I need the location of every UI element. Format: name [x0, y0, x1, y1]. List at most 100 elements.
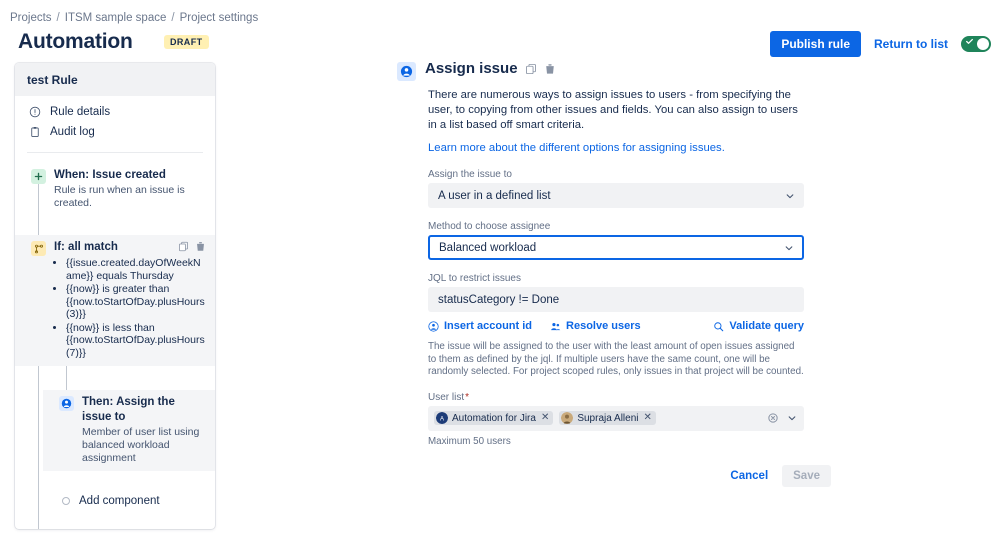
form-footer: Cancel Save [428, 465, 831, 487]
sidebar-item-rule-details[interactable]: Rule details [15, 102, 215, 122]
method-value: Balanced workload [439, 242, 536, 254]
breadcrumb: Projects / ITSM sample space / Project s… [10, 12, 258, 24]
top-actions: Publish rule Return to list [770, 31, 991, 57]
chevron-down-icon [785, 191, 795, 201]
rule-tree: When: Issue created Rule is run when an … [15, 153, 215, 529]
page-title: Assign issue [425, 60, 518, 77]
insert-account-id-label: Insert account id [444, 320, 532, 332]
cancel-button[interactable]: Cancel [722, 465, 776, 487]
action-header: Assign issue [397, 60, 817, 81]
breadcrumb-separator: / [171, 12, 174, 24]
add-nested-component-button[interactable]: Add component [62, 495, 215, 507]
rule-node-when[interactable]: When: Issue created Rule is run when an … [15, 163, 215, 216]
avatar [561, 412, 573, 424]
user-list-label: User list* [428, 392, 817, 403]
branch-icon [34, 244, 44, 254]
photo-avatar-icon [561, 412, 573, 424]
copy-icon[interactable] [525, 63, 537, 75]
page-title: Automation [18, 30, 133, 54]
trash-icon[interactable] [544, 63, 556, 75]
add-node-dot-icon [62, 497, 70, 505]
info-circle-icon [29, 106, 41, 118]
check-icon [966, 38, 973, 45]
remove-tag-icon[interactable]: ✕ [540, 413, 549, 423]
method-select[interactable]: Balanced workload [428, 235, 804, 260]
rule-node-if[interactable]: If: all match {{issue.created.dayOfWeekN… [15, 235, 215, 366]
rule-node-title: Then: Assign the issue to [82, 395, 205, 425]
app-avatar-icon: A [436, 412, 448, 424]
trash-icon[interactable] [195, 241, 206, 252]
rule-nav: Rule details Audit log [15, 96, 215, 146]
user-tag[interactable]: Supraja Alleni ✕ [559, 411, 656, 425]
jql-value: statusCategory != Done [438, 294, 559, 306]
breadcrumb-separator: / [57, 12, 60, 24]
rule-node-then[interactable]: Then: Assign the issue to Member of user… [43, 390, 215, 471]
resolve-users-label: Resolve users [566, 320, 641, 332]
copy-icon[interactable] [178, 241, 189, 252]
list-item: {{now}} is greater than {{now.toStartOfD… [66, 283, 205, 321]
action-body: There are numerous ways to assign issues… [428, 88, 817, 487]
insert-account-id-link[interactable]: Insert account id [428, 320, 532, 332]
remove-tag-icon[interactable]: ✕ [642, 413, 651, 423]
method-label: Method to choose assignee [428, 221, 817, 232]
rule-node-subtitle: Rule is run when an issue is created. [54, 184, 205, 210]
rule-node-title: When: Issue created [54, 168, 205, 183]
user-tag[interactable]: A Automation for Jira ✕ [434, 411, 553, 425]
toggle-knob [977, 38, 989, 50]
user-list-note: Maximum 50 users [428, 436, 817, 447]
assign-user-glyph-icon [400, 65, 413, 78]
user-list-controls [768, 413, 797, 423]
breadcrumb-item-project-settings[interactable]: Project settings [180, 12, 259, 24]
sidebar-item-label: Rule details [50, 106, 110, 118]
learn-more-link[interactable]: Learn more about the different options f… [428, 142, 725, 154]
jql-label: JQL to restrict issues [428, 273, 817, 284]
list-item: {{now}} is less than {{now.toStartOfDay.… [66, 322, 205, 360]
rule-node-subtitle: Member of user list using balanced workl… [82, 426, 205, 465]
jql-helper-text: The issue will be assigned to the user w… [428, 341, 804, 379]
user-list-label-text: User list [428, 392, 464, 403]
user-list-field[interactable]: A Automation for Jira ✕ Supraja Alleni ✕ [428, 406, 804, 431]
assign-to-label: Assign the issue to [428, 169, 817, 180]
sidebar-item-audit-log[interactable]: Audit log [15, 122, 215, 142]
chevron-down-icon [784, 243, 794, 253]
clipboard-icon [29, 126, 41, 138]
condition-list: {{issue.created.dayOfWeekName}} equals T… [54, 257, 205, 359]
resolve-users-link[interactable]: Resolve users [550, 320, 641, 332]
rule-panel: test Rule Rule details Audit log [15, 63, 215, 529]
rule-enabled-toggle[interactable] [961, 36, 991, 52]
assign-user-icon [61, 398, 72, 409]
required-marker: * [465, 392, 469, 403]
avatar: A [436, 412, 448, 424]
svg-text:A: A [440, 416, 444, 422]
validate-query-link[interactable]: Validate query [713, 320, 804, 332]
rule-name: test Rule [15, 63, 215, 96]
assign-user-icon [397, 62, 416, 81]
person-icon [428, 321, 439, 332]
jql-input[interactable]: statusCategory != Done [428, 287, 804, 312]
add-nested-component-label: Add component [79, 495, 160, 507]
assign-to-select[interactable]: A user in a defined list [428, 183, 804, 208]
publish-rule-button[interactable]: Publish rule [770, 31, 861, 57]
plus-icon [34, 172, 43, 181]
people-icon [550, 321, 561, 332]
condition-badge [31, 241, 46, 256]
user-tag-label: Supraja Alleni [577, 413, 638, 424]
rule-node-actions [178, 241, 206, 252]
user-tag-label: Automation for Jira [452, 413, 536, 424]
assign-to-value: A user in a defined list [438, 190, 551, 202]
status-badge: DRAFT [164, 35, 209, 49]
save-button[interactable]: Save [782, 465, 831, 487]
clear-circle-icon[interactable] [768, 413, 778, 423]
trigger-badge [31, 169, 46, 184]
sidebar-item-label: Audit log [50, 126, 95, 138]
return-to-list-link[interactable]: Return to list [874, 37, 948, 51]
action-description: There are numerous ways to assign issues… [428, 88, 804, 133]
action-badge [59, 396, 74, 411]
action-title-row: Assign issue [425, 60, 556, 77]
list-item: {{issue.created.dayOfWeekName}} equals T… [66, 257, 205, 282]
validate-query-label: Validate query [729, 320, 804, 332]
chevron-down-icon[interactable] [787, 413, 797, 423]
breadcrumb-item-space[interactable]: ITSM sample space [65, 12, 167, 24]
breadcrumb-item-projects[interactable]: Projects [10, 12, 52, 24]
search-icon [713, 321, 724, 332]
